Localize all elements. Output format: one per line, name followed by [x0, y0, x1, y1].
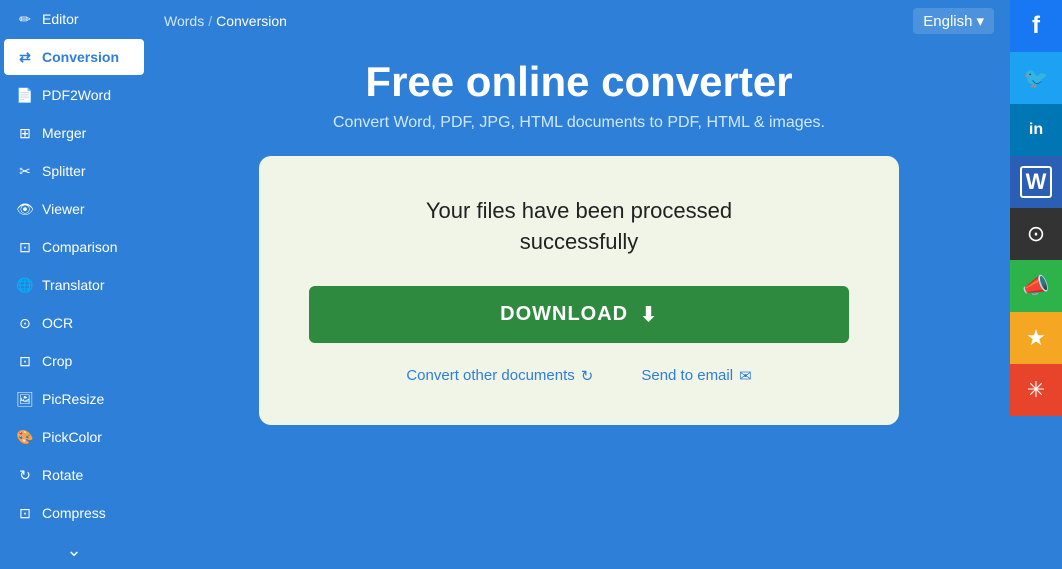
- translator-icon: 🌐: [16, 276, 34, 294]
- sidebar-item-label: Conversion: [42, 49, 119, 65]
- sidebar-item-label: Comparison: [42, 239, 117, 255]
- sidebar-more-button[interactable]: ⌄: [0, 532, 148, 569]
- ocr-icon: ⊙: [16, 314, 34, 332]
- download-button[interactable]: DOWNLOAD ⬇: [309, 286, 849, 343]
- sidebar-item-pdf2word[interactable]: 📄 PDF2Word: [4, 77, 144, 113]
- crop-icon: ⊡: [16, 352, 34, 370]
- star-icon: ★: [1026, 325, 1046, 351]
- sidebar-item-label: Splitter: [42, 163, 86, 179]
- send-email-label: Send to email: [641, 367, 733, 384]
- linkedin-icon: in: [1029, 121, 1043, 139]
- sidebar-item-comparison[interactable]: ⊡ Comparison: [4, 229, 144, 265]
- sidebar-item-label: Rotate: [42, 467, 83, 483]
- announce-button[interactable]: 📣: [1010, 260, 1062, 312]
- pdf2word-icon: 📄: [16, 86, 34, 104]
- twitter-icon: 🐦: [1024, 66, 1049, 91]
- convert-other-link[interactable]: Convert other documents ↻: [406, 367, 593, 385]
- linkedin-button[interactable]: in: [1010, 104, 1062, 156]
- breadcrumb-conversion: Conversion: [216, 13, 287, 29]
- sidebar-item-label: Editor: [42, 11, 79, 27]
- dropdown-icon: ▾: [976, 12, 984, 30]
- refresh-icon: ↻: [581, 367, 594, 385]
- twitter-button[interactable]: 🐦: [1010, 52, 1062, 104]
- splitter-icon: ✂: [16, 162, 34, 180]
- star-button[interactable]: ★: [1010, 312, 1062, 364]
- word-icon: W: [1020, 166, 1053, 198]
- header: Words / Conversion English ▾: [148, 0, 1010, 38]
- sidebar-item-label: PicResize: [42, 391, 104, 407]
- sidebar-item-label: Translator: [42, 277, 105, 293]
- breadcrumb-words[interactable]: Words: [164, 13, 204, 29]
- comparison-icon: ⊡: [16, 238, 34, 256]
- download-label: DOWNLOAD: [500, 303, 628, 326]
- breadcrumb: Words / Conversion: [164, 13, 287, 29]
- breadcrumb-separator: /: [208, 13, 212, 29]
- download-icon: ⬇: [640, 302, 658, 327]
- result-card: Your files have been processed successfu…: [259, 156, 899, 425]
- github-button[interactable]: ⊙: [1010, 208, 1062, 260]
- facebook-button[interactable]: f: [1010, 0, 1062, 52]
- word-button[interactable]: W: [1010, 156, 1062, 208]
- content-area: Free online converter Convert Word, PDF,…: [148, 38, 1010, 535]
- sidebar-item-conversion[interactable]: ⇄ Conversion: [4, 39, 144, 75]
- email-icon: ✉: [739, 367, 752, 385]
- github-icon: ⊙: [1027, 221, 1045, 247]
- announce-icon: 📣: [1022, 273, 1049, 299]
- sidebar-item-label: Viewer: [42, 201, 85, 217]
- sidebar-item-label: Merger: [42, 125, 86, 141]
- sidebar-item-ocr[interactable]: ⊙ OCR: [4, 305, 144, 341]
- sidebar-item-label: Compress: [42, 505, 106, 521]
- asterisk-button[interactable]: ✳: [1010, 364, 1062, 416]
- merger-icon: ⊞: [16, 124, 34, 142]
- sidebar-item-compress[interactable]: ⊡ Compress: [4, 495, 144, 531]
- sidebar: ✏ Editor ⇄ Conversion 📄 PDF2Word ⊞ Merge…: [0, 0, 148, 535]
- send-email-link[interactable]: Send to email ✉: [641, 367, 751, 385]
- pickcolor-icon: 🎨: [16, 428, 34, 446]
- sidebar-item-label: OCR: [42, 315, 73, 331]
- sidebar-item-picresize[interactable]: 🖼 PicResize: [4, 381, 144, 417]
- language-label: English: [923, 13, 972, 30]
- social-bar: f 🐦 in W ⊙ 📣 ★ ✳: [1010, 0, 1062, 535]
- sidebar-item-pickcolor[interactable]: 🎨 PickColor: [4, 419, 144, 455]
- success-message: Your files have been processed successfu…: [426, 196, 732, 258]
- card-links: Convert other documents ↻ Send to email …: [406, 367, 751, 385]
- sidebar-item-viewer[interactable]: 👁 Viewer: [4, 191, 144, 227]
- rotate-icon: ↻: [16, 466, 34, 484]
- sidebar-item-translator[interactable]: 🌐 Translator: [4, 267, 144, 303]
- compress-icon: ⊡: [16, 504, 34, 522]
- language-selector[interactable]: English ▾: [913, 8, 994, 34]
- sidebar-item-rotate[interactable]: ↻ Rotate: [4, 457, 144, 493]
- page-subtitle: Convert Word, PDF, JPG, HTML documents t…: [333, 114, 825, 132]
- sidebar-item-label: PDF2Word: [42, 87, 111, 103]
- sidebar-item-crop[interactable]: ⊡ Crop: [4, 343, 144, 379]
- sidebar-item-label: Crop: [42, 353, 72, 369]
- sidebar-item-splitter[interactable]: ✂ Splitter: [4, 153, 144, 189]
- sidebar-item-label: PickColor: [42, 429, 102, 445]
- sidebar-item-merger[interactable]: ⊞ Merger: [4, 115, 144, 151]
- main-area: Words / Conversion English ▾ Free online…: [148, 0, 1010, 535]
- editor-icon: ✏: [16, 10, 34, 28]
- chevron-down-icon: ⌄: [66, 540, 81, 561]
- viewer-icon: 👁: [16, 200, 34, 218]
- convert-other-label: Convert other documents: [406, 367, 574, 384]
- page-title: Free online converter: [365, 58, 792, 106]
- sidebar-item-editor[interactable]: ✏ Editor: [4, 1, 144, 37]
- facebook-icon: f: [1032, 12, 1040, 40]
- picresize-icon: 🖼: [16, 390, 34, 408]
- asterisk-icon: ✳: [1027, 377, 1045, 403]
- conversion-icon: ⇄: [16, 48, 34, 66]
